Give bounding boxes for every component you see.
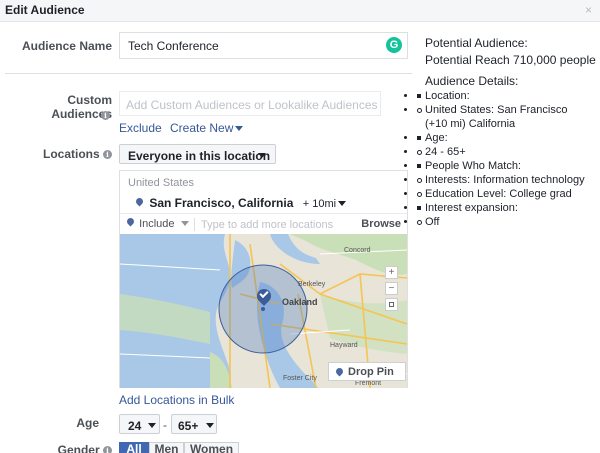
detail-item: Education Level: College grad — [417, 187, 589, 201]
age-separator: - — [163, 418, 167, 432]
audience-name-value: Tech Conference — [128, 39, 219, 53]
audience-details-list: Location: United States: San Francisco (… — [417, 89, 589, 229]
exclude-link[interactable]: Exclude — [119, 121, 162, 135]
fullscreen-button[interactable] — [385, 298, 398, 311]
info-icon[interactable]: i — [101, 111, 110, 120]
chevron-down-icon — [206, 423, 214, 428]
gender-label: Gender i — [20, 443, 112, 453]
location-country: United States — [128, 177, 195, 189]
age-min-value: 24 — [128, 419, 142, 433]
close-icon[interactable]: × — [585, 3, 592, 17]
detail-item: Location: — [417, 89, 589, 103]
gender-men-button[interactable]: Men — [149, 442, 184, 453]
potential-reach: Potential Reach 710,000 people — [425, 53, 596, 67]
custom-audiences-input[interactable]: Add Custom Audiences or Lookalike Audien… — [119, 91, 381, 116]
create-new-label: Create New — [170, 121, 234, 135]
location-search-row: Include Type to add more locations Brows… — [120, 213, 407, 234]
age-max-dropdown[interactable]: 65+ — [171, 414, 217, 434]
map-label-concord: Concord — [344, 247, 371, 254]
gender-women-button[interactable]: Women — [184, 442, 239, 453]
potential-audience-heading: Potential Audience: — [425, 36, 528, 50]
section-divider — [5, 73, 412, 74]
add-locations-in-bulk-link[interactable]: Add Locations in Bulk — [119, 393, 234, 407]
dialog-header: Edit Audience × — [0, 0, 600, 22]
chevron-down-icon — [180, 221, 189, 226]
radius-value: + 10mi — [302, 198, 337, 210]
browse-button[interactable]: Browse — [361, 218, 401, 230]
zoom-out-button[interactable]: − — [385, 282, 398, 295]
include-label: Include — [139, 218, 175, 230]
chevron-down-icon — [148, 423, 156, 428]
include-dropdown[interactable]: Include — [127, 218, 189, 230]
grammarly-icon[interactable]: G — [386, 37, 402, 53]
age-label: Age — [76, 416, 99, 430]
location-search-divider — [194, 218, 195, 231]
location-map[interactable]: Concord Berkeley Oakland Hayward Foster … — [120, 234, 407, 388]
detail-item: Off — [417, 215, 589, 229]
audience-details-heading: Audience Details: — [425, 74, 519, 88]
radius-dropdown[interactable]: + 10mi — [302, 198, 347, 210]
custom-audiences-label: Custom Audiences — [5, 93, 112, 121]
locations-label-text: Locations — [42, 147, 100, 161]
location-box: United States San Francisco, California … — [119, 170, 408, 388]
audience-name-input[interactable]: Tech Conference G — [119, 32, 408, 59]
chevron-down-icon — [338, 201, 347, 206]
map-label-foster-city: Foster City — [283, 375, 317, 382]
zoom-in-button[interactable]: + — [385, 266, 398, 279]
location-marker-dot — [261, 307, 265, 311]
map-label-berkeley: Berkeley — [298, 281, 326, 288]
locations-label: Locations i — [5, 147, 112, 161]
chevron-down-icon — [258, 153, 266, 158]
info-icon[interactable]: i — [103, 150, 112, 159]
chevron-down-icon — [235, 126, 244, 131]
fullscreen-icon — [389, 302, 394, 307]
create-new-dropdown[interactable]: Create New — [170, 121, 244, 135]
map-label-oakland: Oakland — [282, 297, 318, 307]
selected-location[interactable]: San Francisco, California + 10mi — [136, 196, 347, 210]
detail-item: Age: — [417, 131, 589, 145]
detail-item: United States: San Francisco (+10 mi) Ca… — [417, 103, 589, 131]
pin-icon — [336, 368, 343, 377]
age-min-dropdown[interactable]: 24 — [119, 414, 160, 434]
age-max-value: 65+ — [178, 419, 199, 433]
map-label-fremont: Fremont — [355, 380, 382, 387]
gender-all-button[interactable]: All — [119, 442, 149, 453]
drop-pin-button[interactable]: Drop Pin — [328, 362, 406, 381]
location-scope-dropdown[interactable]: Everyone in this location — [119, 144, 276, 164]
dialog-title: Edit Audience — [5, 3, 85, 17]
detail-item: Interests: Information technology — [417, 173, 589, 187]
pin-icon — [127, 218, 134, 227]
selected-location-city: San Francisco, California — [149, 196, 294, 210]
location-scope-value: Everyone in this location — [128, 149, 271, 163]
info-icon[interactable]: i — [103, 446, 112, 453]
pin-icon — [136, 198, 143, 207]
custom-audiences-placeholder: Add Custom Audiences or Lookalike Audien… — [126, 98, 378, 112]
detail-item: 24 - 65+ — [417, 145, 589, 159]
detail-item: People Who Match: — [417, 159, 589, 173]
detail-item: Interest expansion: — [417, 201, 589, 215]
audience-name-label: Audience Name — [21, 39, 112, 53]
gender-label-text: Gender — [57, 443, 100, 453]
location-search-input[interactable]: Type to add more locations — [201, 219, 333, 231]
map-label-hayward: Hayward — [330, 342, 358, 349]
drop-pin-label: Drop Pin — [348, 366, 394, 378]
